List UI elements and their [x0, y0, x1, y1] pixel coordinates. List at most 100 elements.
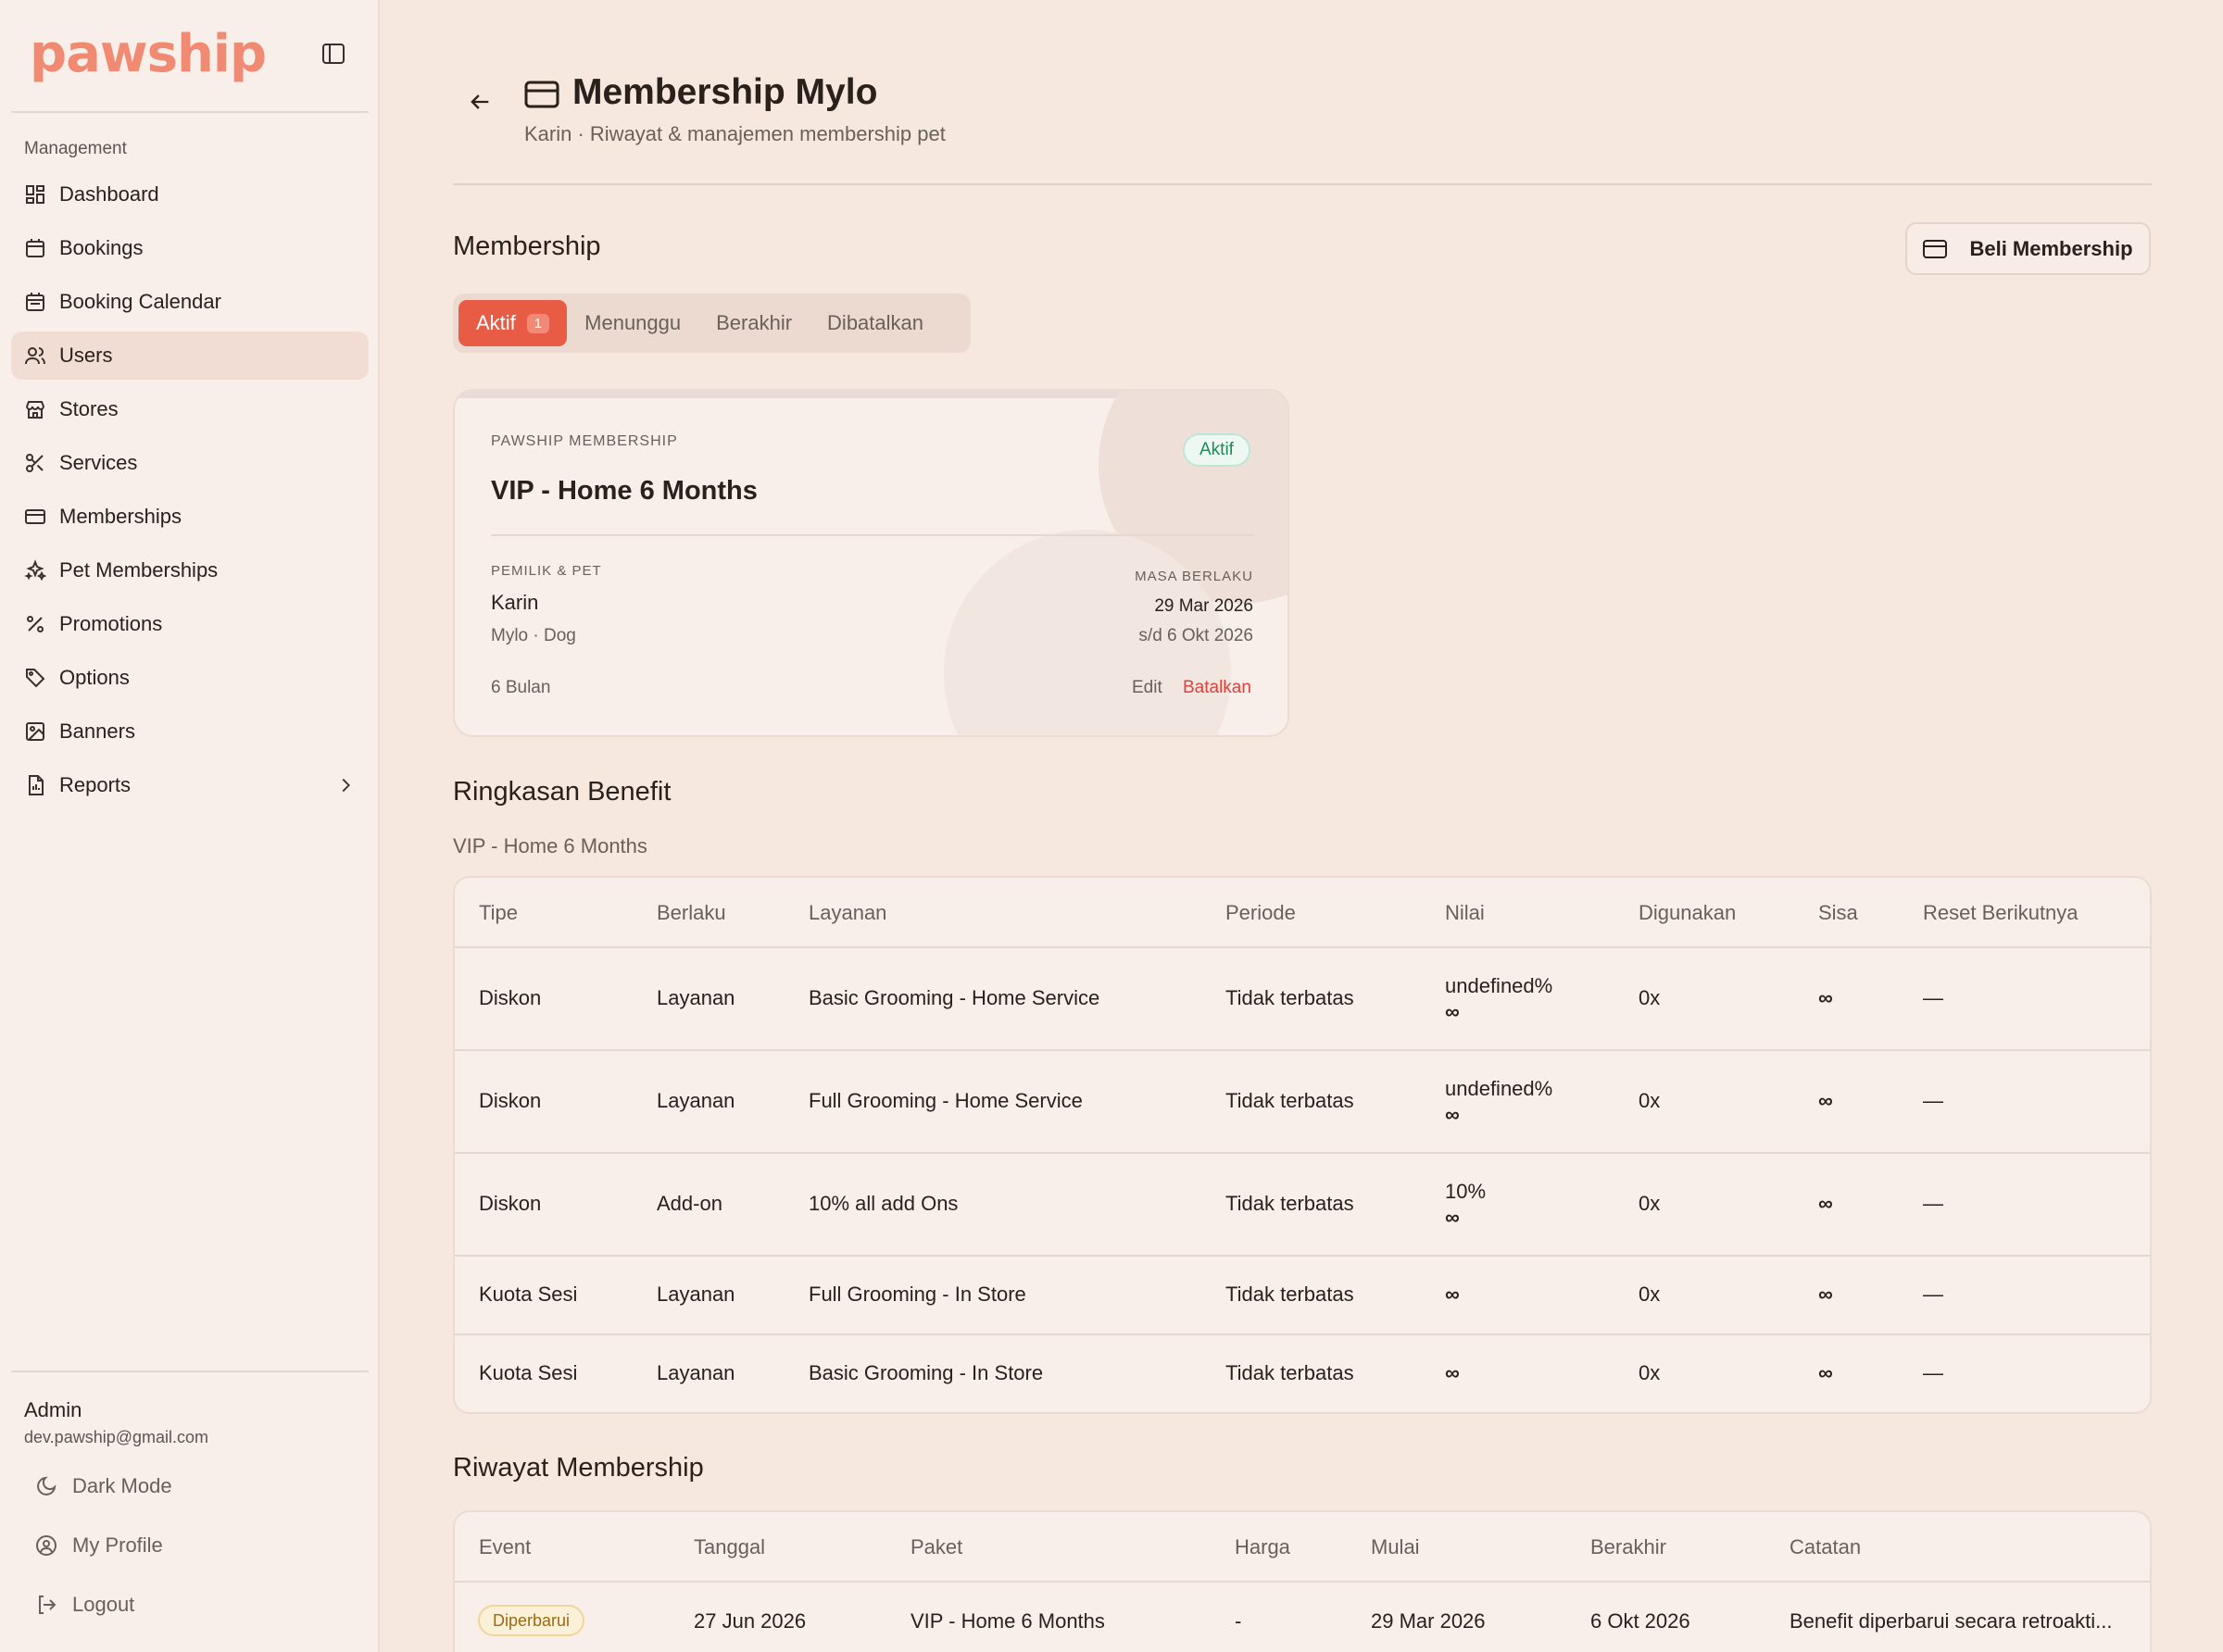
status-badge: Aktif	[1183, 433, 1250, 467]
logout-button[interactable]: Logout	[35, 1593, 134, 1617]
sidebar-item-label: Options	[59, 666, 130, 689]
tab-aktif[interactable]: Aktif 1	[458, 300, 568, 346]
cell-layanan: 10% all add Ons	[809, 1192, 959, 1215]
pawship-logo[interactable]: pawship	[30, 24, 267, 84]
chevron-right-icon[interactable]	[335, 775, 356, 795]
benefit-plan-caption: VIP - Home 6 Months	[453, 834, 647, 857]
cell-nilai-limit: ∞	[1445, 1206, 1460, 1229]
sidebar-item-services[interactable]: Services	[11, 439, 369, 487]
cell-periode: Tidak terbatas	[1225, 1089, 1354, 1112]
report-icon	[29, 775, 44, 795]
percent-icon	[27, 616, 44, 632]
logout-label: Logout	[72, 1593, 135, 1616]
admin-email: dev.pawship@gmail.com	[24, 1428, 209, 1446]
cell-reset: —	[1923, 1283, 1943, 1306]
image-icon	[26, 722, 44, 741]
history-heading: Riwayat Membership	[453, 1453, 704, 1483]
tab-berakhir[interactable]: Berakhir	[698, 300, 810, 346]
my-profile-label: My Profile	[72, 1533, 163, 1557]
col-harga: Harga	[1235, 1535, 1290, 1558]
card-icon	[524, 81, 559, 108]
cell-nilai: ∞	[1445, 1283, 1460, 1306]
cell-nilai-limit: ∞	[1445, 1000, 1460, 1023]
col-periode: Periode	[1225, 901, 1296, 924]
cell-berlaku: Layanan	[657, 1283, 735, 1306]
sidebar-item-banners[interactable]: Banners	[11, 707, 369, 756]
sidebar-item-booking-calendar[interactable]: Booking Calendar	[11, 278, 369, 326]
sidebar-item-reports[interactable]: Reports	[11, 761, 369, 809]
table-row: Diskon Layanan Full Grooming - Home Serv…	[455, 1049, 2150, 1152]
col-tanggal: Tanggal	[694, 1535, 766, 1558]
sidebar-item-memberships[interactable]: Memberships	[11, 493, 369, 541]
tab-label: Berakhir	[716, 311, 793, 334]
validity-label: MASA BERLAKU	[1135, 569, 1253, 584]
cell-nilai: ∞	[1445, 1361, 1460, 1384]
card-brand: PAWSHIP MEMBERSHIP	[491, 433, 678, 449]
sidebar-item-pet-memberships[interactable]: Pet Memberships	[11, 546, 369, 594]
membership-heading: Membership	[453, 232, 601, 261]
cell-nilai: undefined%	[1445, 974, 1553, 997]
tab-count-badge: 1	[526, 313, 550, 333]
owner-label: PEMILIK & PET	[491, 563, 602, 579]
sidebar-section-label: Management	[24, 139, 127, 158]
sidebar-item-label: Users	[59, 344, 113, 367]
sidebar-item-stores[interactable]: Stores	[11, 385, 369, 433]
cancel-link[interactable]: Batalkan	[1183, 678, 1251, 698]
owner-name: Karin	[491, 591, 539, 614]
sidebar-toggle-icon[interactable]	[322, 44, 345, 64]
sidebar-item-label: Bookings	[59, 236, 144, 259]
sidebar-item-dashboard[interactable]: Dashboard	[11, 170, 369, 219]
dashboard-icon	[26, 185, 44, 204]
cell-tipe: Kuota Sesi	[479, 1283, 578, 1306]
users-icon	[25, 347, 45, 365]
col-berakhir: Berakhir	[1590, 1535, 1666, 1558]
history-table: Event Tanggal Paket Harga Mulai Berakhir…	[453, 1510, 2152, 1652]
cell-sisa: ∞	[1818, 986, 1833, 1009]
sidebar-item-label: Services	[59, 451, 138, 474]
card-divider	[491, 534, 1254, 536]
table-row: Diperbarui 27 Jun 2026 VIP - Home 6 Mont…	[455, 1581, 2150, 1652]
cell-harga: -	[1235, 1609, 1242, 1633]
cell-tipe: Diskon	[479, 986, 542, 1009]
cell-tanggal: 27 Jun 2026	[694, 1609, 807, 1633]
cell-digunakan: 0x	[1639, 1089, 1661, 1112]
tab-dibatalkan[interactable]: Dibatalkan	[810, 300, 941, 346]
cell-digunakan: 0x	[1639, 1192, 1661, 1215]
sidebar-item-label: Promotions	[59, 612, 163, 635]
sidebar-nav: Dashboard Bookings Booking Calendar User…	[11, 170, 369, 815]
sidebar-item-label: Banners	[59, 720, 135, 743]
sidebar-item-users[interactable]: Users	[11, 332, 369, 380]
sidebar-item-bookings[interactable]: Bookings	[11, 224, 369, 272]
sidebar-item-options[interactable]: Options	[11, 654, 369, 702]
table-row: Diskon Add-on 10% all add Ons Tidak terb…	[455, 1152, 2150, 1255]
dark-mode-button[interactable]: Dark Mode	[35, 1474, 172, 1498]
col-sisa: Sisa	[1818, 901, 1858, 924]
card-plan-name: VIP - Home 6 Months	[491, 476, 758, 506]
my-profile-button[interactable]: My Profile	[35, 1533, 163, 1558]
cell-tipe: Diskon	[479, 1192, 542, 1215]
edit-link[interactable]: Edit	[1132, 678, 1162, 698]
sidebar-item-promotions[interactable]: Promotions	[11, 600, 369, 648]
col-catatan: Catatan	[1790, 1535, 1862, 1558]
header-divider	[453, 183, 2152, 185]
cell-nilai: 10%	[1445, 1180, 1487, 1203]
card-icon	[25, 509, 45, 524]
cell-catatan: Benefit diperbarui secara retroakti...	[1790, 1609, 2113, 1633]
membership-card: PAWSHIP MEMBERSHIP Aktif VIP - Home 6 Mo…	[453, 389, 1289, 737]
tab-menunggu[interactable]: Menunggu	[567, 300, 698, 346]
calendar-icon	[26, 293, 44, 311]
store-icon	[26, 401, 44, 419]
validity-start: 29 Mar 2026	[1154, 596, 1253, 616]
cell-layanan: Basic Grooming - In Store	[809, 1361, 1044, 1384]
col-nilai: Nilai	[1445, 901, 1485, 924]
cell-periode: Tidak terbatas	[1225, 1192, 1354, 1215]
cell-periode: Tidak terbatas	[1225, 1361, 1354, 1384]
user-circle-icon	[36, 1535, 57, 1556]
col-tipe: Tipe	[479, 901, 518, 924]
back-arrow-icon[interactable]	[467, 89, 493, 115]
sparkles-icon	[24, 559, 46, 582]
logout-icon	[39, 1596, 57, 1614]
admin-name: Admin	[24, 1398, 82, 1421]
buy-membership-button[interactable]: Beli Membership	[1905, 222, 2151, 275]
page-subtitle: Karin · Riwayat & manajemen membership p…	[524, 122, 946, 145]
